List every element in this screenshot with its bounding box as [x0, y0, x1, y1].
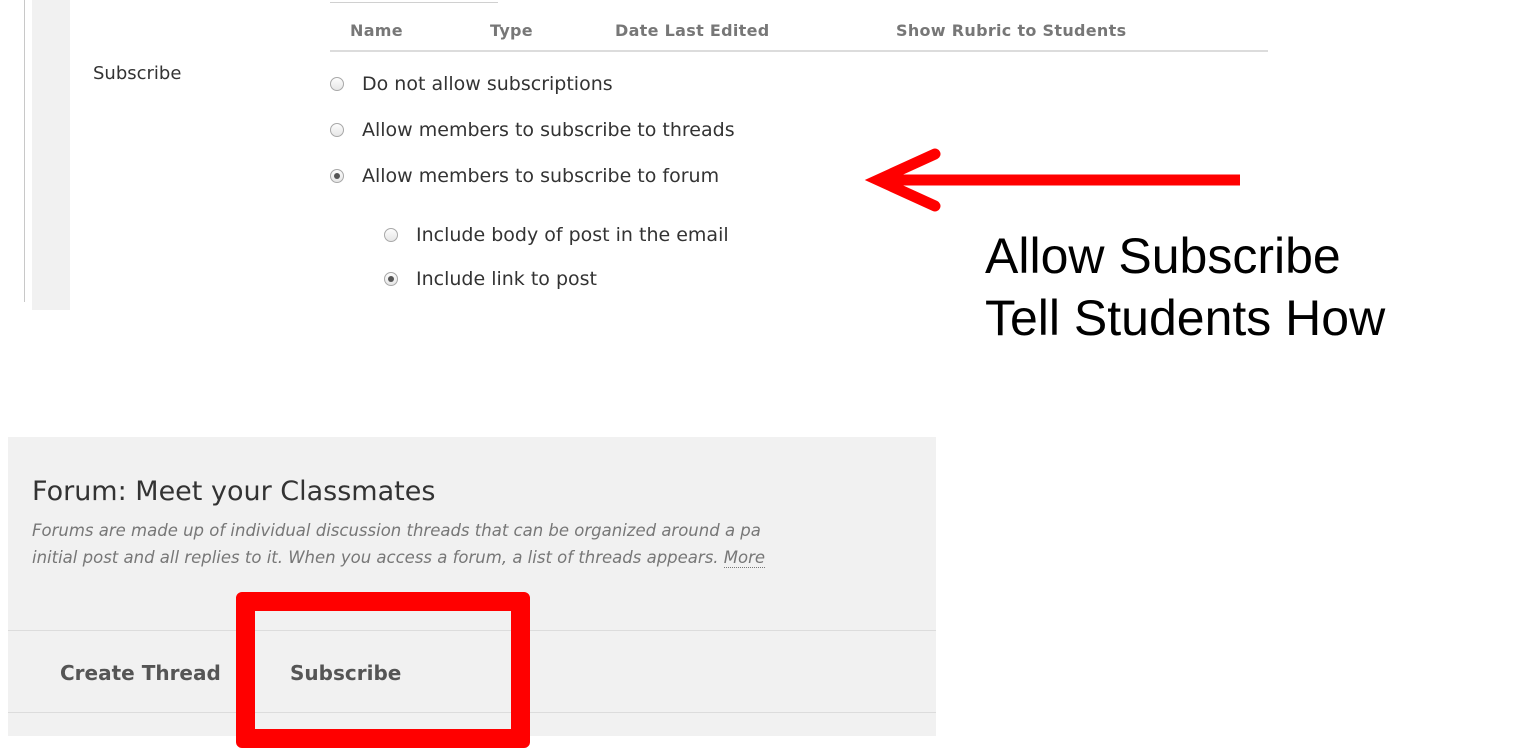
column-header-type[interactable]: Type — [490, 21, 533, 40]
radio-button[interactable] — [384, 228, 398, 242]
red-arrow-annotation — [864, 148, 1240, 212]
panel-border — [24, 0, 25, 302]
panel-gutter — [32, 0, 70, 310]
header-divider — [330, 2, 498, 3]
rubric-table-header: Name Type Date Last Edited Show Rubric t… — [330, 20, 1268, 52]
annotation-text: Allow Subscribe Tell Students How — [985, 225, 1385, 349]
radio-label: Allow members to subscribe to threads — [362, 119, 735, 141]
radio-button-selected[interactable] — [330, 169, 344, 183]
column-header-name[interactable]: Name — [350, 21, 403, 40]
more-link[interactable]: More — [723, 548, 766, 568]
radio-option-include-body[interactable]: Include body of post in the email — [384, 224, 729, 246]
radio-button[interactable] — [330, 123, 344, 137]
radio-option-include-link[interactable]: Include link to post — [384, 268, 597, 290]
forum-description-line-2: initial post and all replies to it. When… — [32, 548, 724, 567]
radio-option-no-subscriptions[interactable]: Do not allow subscriptions — [330, 73, 613, 95]
column-header-date-last-edited[interactable]: Date Last Edited — [615, 21, 770, 40]
radio-label: Include body of post in the email — [416, 224, 729, 246]
radio-label: Include link to post — [416, 268, 597, 290]
radio-button-selected[interactable] — [384, 272, 398, 286]
annotation-line-1: Allow Subscribe — [985, 228, 1341, 284]
annotation-line-2: Tell Students How — [985, 290, 1386, 346]
create-thread-button[interactable]: Create Thread — [60, 661, 221, 685]
radio-label: Allow members to subscribe to forum — [362, 165, 720, 187]
radio-option-subscribe-threads[interactable]: Allow members to subscribe to threads — [330, 119, 735, 141]
column-header-show-rubric[interactable]: Show Rubric to Students — [896, 21, 1126, 40]
radio-option-subscribe-forum[interactable]: Allow members to subscribe to forum — [330, 165, 719, 187]
red-highlight-box — [236, 592, 530, 748]
forum-description-line-1: Forums are made up of individual discuss… — [32, 521, 761, 540]
forum-title: Forum: Meet your Classmates — [32, 476, 436, 507]
radio-button[interactable] — [330, 77, 344, 91]
subscribe-field-label: Subscribe — [93, 63, 182, 84]
radio-label: Do not allow subscriptions — [362, 73, 613, 95]
forum-description: Forums are made up of individual discuss… — [32, 517, 936, 571]
